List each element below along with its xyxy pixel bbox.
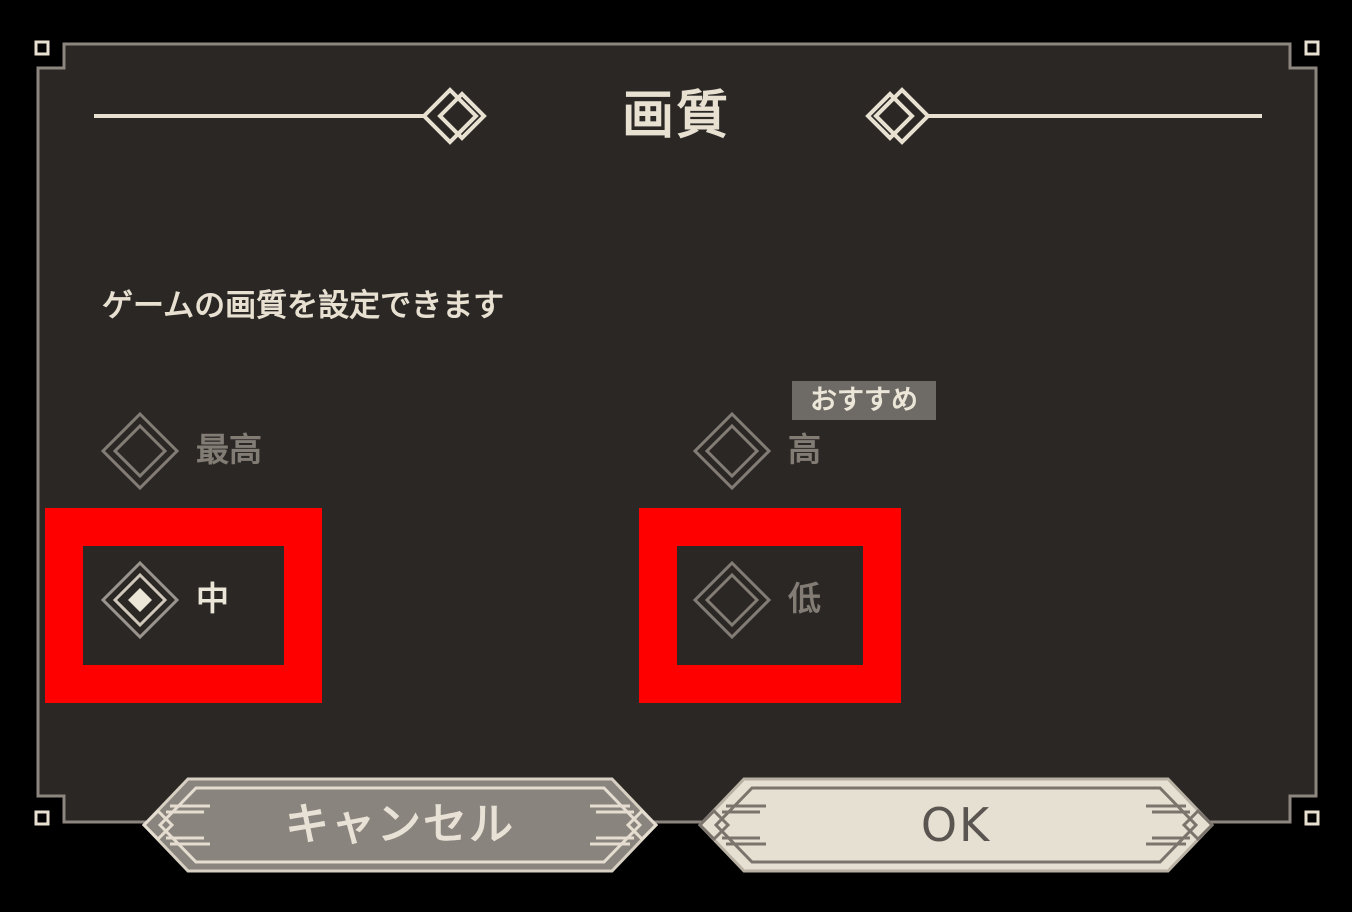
quality-option-label: 最高 bbox=[196, 430, 262, 469]
game-screen: 画質 ゲームの画質を設定できます おすすめ 最高 高 中 低 キャンセル OK bbox=[0, 0, 1352, 912]
dialog-title: 画質 bbox=[621, 86, 730, 146]
diamond-radio-icon bbox=[692, 560, 772, 640]
diamond-radio-icon bbox=[100, 411, 180, 491]
quality-option-label: 高 bbox=[788, 430, 821, 469]
quality-option-medium[interactable]: 中 bbox=[100, 560, 400, 640]
ok-button-label: OK bbox=[920, 798, 992, 852]
quality-option-label: 低 bbox=[788, 579, 821, 618]
quality-option-label: 中 bbox=[196, 579, 229, 618]
cancel-button-label: キャンセル bbox=[285, 799, 515, 850]
quality-option-highest[interactable]: 最高 bbox=[100, 411, 400, 491]
cancel-button[interactable]: キャンセル bbox=[140, 776, 660, 874]
diamond-radio-icon bbox=[692, 411, 772, 491]
dialog-subtitle: ゲームの画質を設定できます bbox=[102, 288, 505, 324]
diamond-radio-selected-icon bbox=[100, 560, 180, 640]
ok-button[interactable]: OK bbox=[696, 776, 1216, 874]
quality-option-high[interactable]: 高 bbox=[692, 411, 992, 491]
quality-option-low[interactable]: 低 bbox=[692, 560, 992, 640]
